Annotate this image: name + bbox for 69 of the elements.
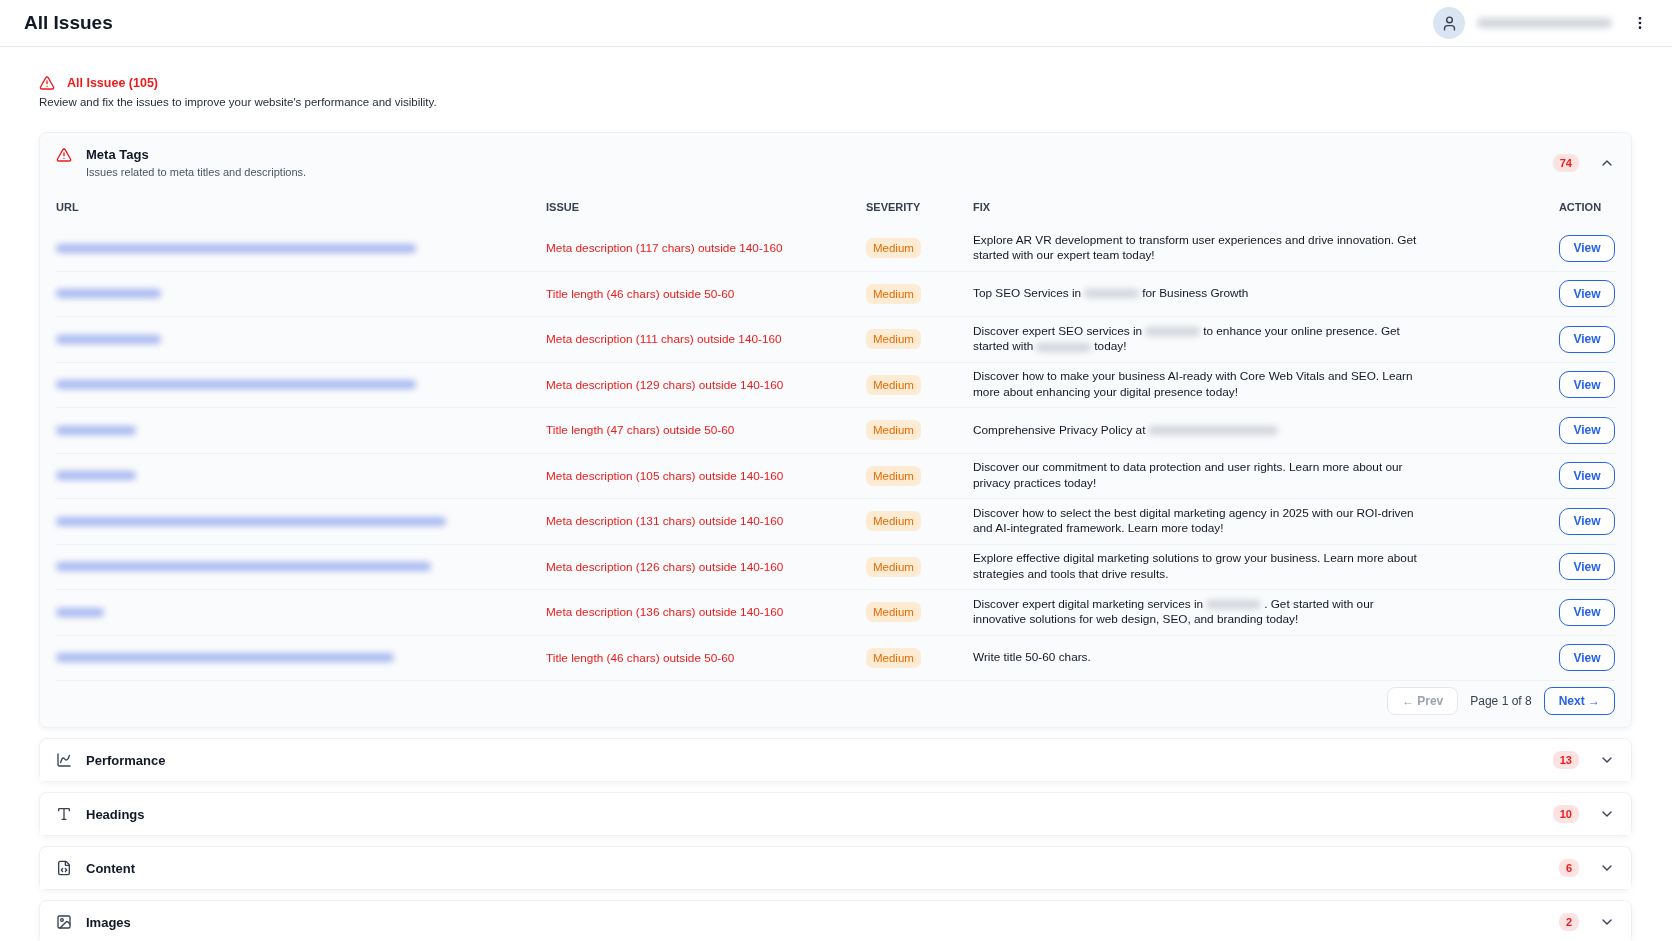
section-title: Performance <box>86 752 167 768</box>
fix-text: Write title 50-60 chars. <box>973 650 1092 666</box>
text-icon <box>56 806 72 822</box>
issue-count: 10 <box>1552 805 1579 823</box>
summary-title: All Issuee (105) <box>67 76 158 90</box>
issue-count: 74 <box>1552 153 1579 172</box>
view-button[interactable]: View <box>1559 598 1615 626</box>
view-button[interactable]: View <box>1559 325 1615 353</box>
view-button[interactable]: View <box>1559 416 1615 444</box>
image-icon <box>56 914 72 930</box>
section-title: Content <box>86 860 137 876</box>
section-title: Images <box>86 914 132 930</box>
severity-badge: Medium <box>866 238 921 259</box>
chart-icon <box>56 752 72 768</box>
fix-text: Discover expert SEO services in to enhance your online presence. Get started with today! <box>973 323 1401 355</box>
issue-count: 6 <box>1558 859 1579 877</box>
view-button[interactable]: View <box>1559 507 1615 535</box>
page-title: All Issues <box>24 12 114 34</box>
warning-icon <box>56 147 72 163</box>
issue-text: Meta description (126 chars) outside 140-160 <box>546 559 785 574</box>
severity-badge: Medium <box>866 602 921 623</box>
issue-text: Meta description (129 chars) outside 140-160 <box>546 377 785 392</box>
column-header: URL <box>56 201 80 213</box>
column-header: FIX <box>973 201 992 213</box>
issue-text: Title length (47 chars) outside 50-60 <box>546 423 736 438</box>
page-indicator: Page 1 of 8 <box>1470 694 1532 708</box>
redacted-url <box>56 607 104 617</box>
issue-text: Meta description (105 chars) outside 140-160 <box>546 468 785 483</box>
severity-badge: Medium <box>866 283 921 304</box>
fix-text: Comprehensive Privacy Policy at <box>973 422 1423 438</box>
column-header: ISSUE <box>546 201 580 213</box>
fix-text: Discover how to make your business AI-ready with Core Web Vitals and SEO. Learn more about enhancing your digital presence today! <box>973 369 1414 401</box>
severity-badge: Medium <box>866 420 921 441</box>
view-button[interactable]: View <box>1559 644 1615 672</box>
column-header: ACTION <box>1558 201 1602 213</box>
section-title: Meta Tags <box>86 147 150 162</box>
issue-text: Meta description (111 chars) outside 140-160 <box>546 332 783 347</box>
section-title: Headings <box>86 806 146 822</box>
issue-count: 2 <box>1558 913 1579 931</box>
view-button[interactable]: View <box>1559 553 1615 581</box>
fix-text: Explore effective digital marketing solutions to grow your business. Learn more about strategies and tools that drive results. <box>973 551 1418 583</box>
avatar-icon[interactable] <box>1433 7 1465 39</box>
view-button[interactable]: View <box>1559 280 1615 308</box>
issue-text: Title length (46 chars) outside 50-60 <box>546 650 736 665</box>
summary-description: Review and fix the issues to improve your website's performance and visibility. <box>39 96 438 108</box>
severity-badge: Medium <box>866 465 921 486</box>
severity-badge: Medium <box>866 556 921 577</box>
view-button[interactable]: View <box>1559 234 1615 262</box>
fix-text: Top SEO Services in for Business Growth <box>973 286 1250 302</box>
issue-text: Meta description (136 chars) outside 140-160 <box>546 605 785 620</box>
column-header: SEVERITY <box>866 201 922 213</box>
severity-badge: Medium <box>866 511 921 532</box>
document-icon <box>56 860 72 876</box>
next-button[interactable]: Next → <box>1543 687 1615 715</box>
issue-text: Meta description (131 chars) outside 140-160 <box>546 514 785 529</box>
view-button[interactable]: View <box>1559 462 1615 490</box>
warning-icon <box>39 75 55 91</box>
fix-text: Discover our commitment to data protection and user rights. Learn more about our privacy practices today! <box>973 460 1404 492</box>
issue-text: Title length (46 chars) outside 50-60 <box>546 286 736 301</box>
issue-count: 13 <box>1552 751 1579 769</box>
severity-badge: Medium <box>866 374 921 395</box>
section-subtitle: Issues related to meta titles and descriptions. <box>86 166 308 178</box>
issue-text: Meta description (117 chars) outside 140-160 <box>546 241 784 256</box>
fix-text: Discover how to select the best digital marketing agency in 2025 with our ROI-driven and AI-integrated framework. Learn more today! <box>973 505 1415 537</box>
view-button[interactable]: View <box>1559 371 1615 399</box>
severity-badge: Medium <box>866 647 921 668</box>
severity-badge: Medium <box>866 329 921 350</box>
fix-text: Discover expert digital marketing services in . Get started with our innovative solutions for web design, SEO, and branding today! <box>973 596 1375 628</box>
fix-text: Explore AR VR development to transform user experiences and drive innovation. Get started with our expert team today! <box>973 232 1418 264</box>
